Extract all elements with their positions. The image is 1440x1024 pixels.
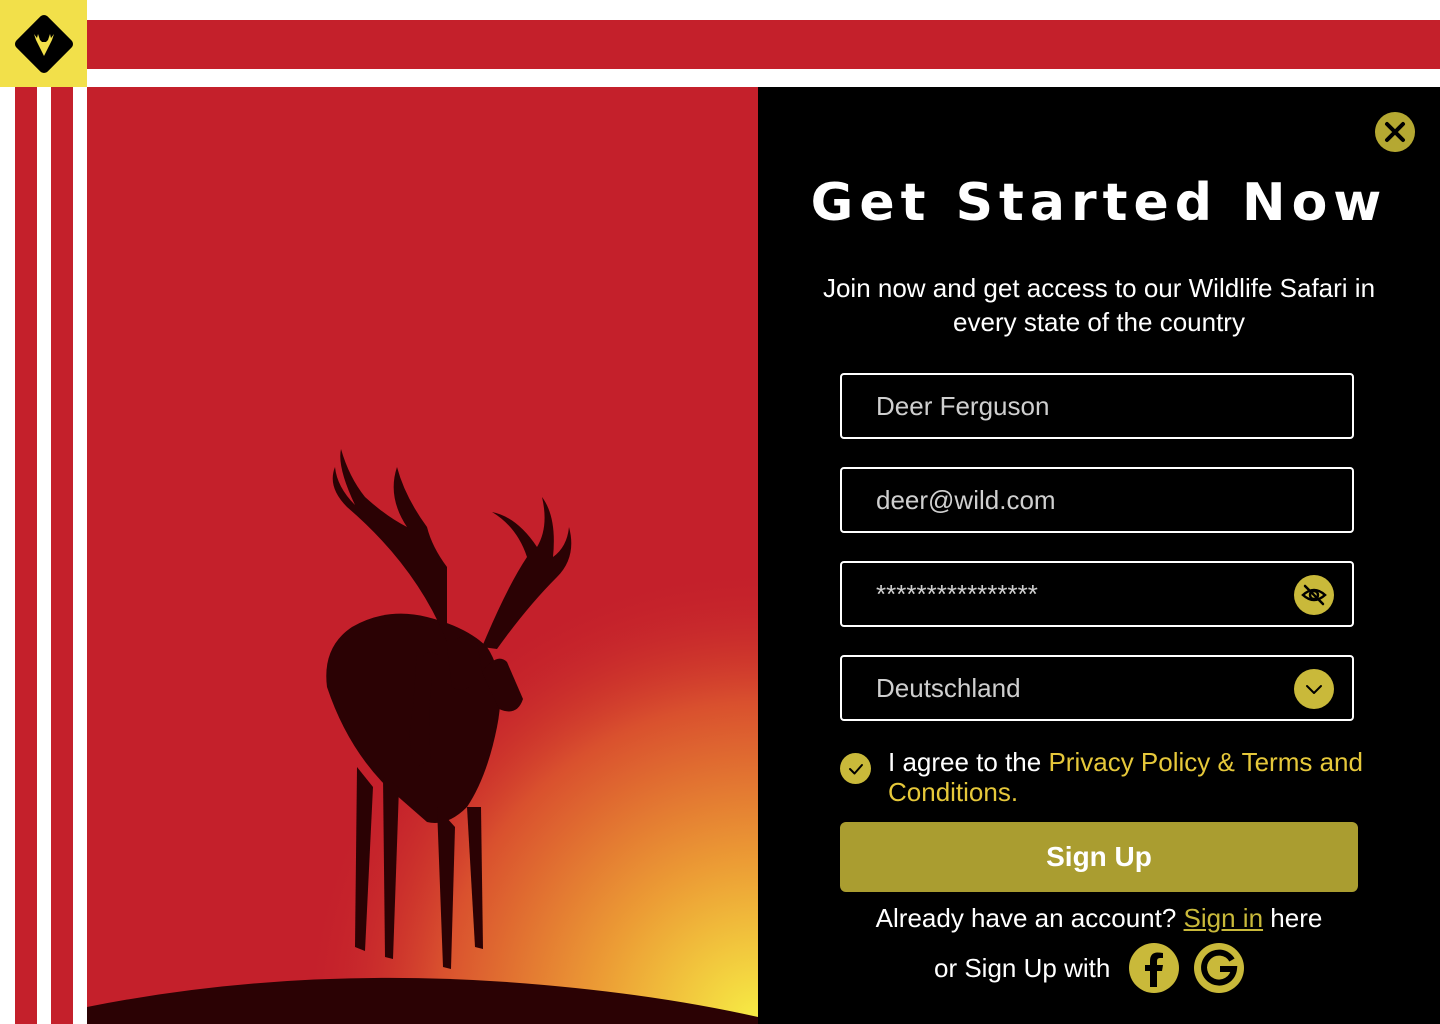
signup-panel: Get Started Now Join now and get access … [758, 87, 1440, 1024]
signin-prefix: Already have an account? [875, 903, 1184, 933]
agree-prefix: I agree to the [888, 747, 1049, 777]
hero-illustration [87, 87, 758, 1024]
facebook-button[interactable] [1129, 943, 1179, 993]
facebook-icon [1145, 952, 1163, 987]
social-label: or Sign Up with [934, 953, 1111, 983]
signin-suffix: here [1263, 903, 1323, 933]
close-icon [1385, 122, 1405, 142]
subtitle: Join now and get access to our Wildlife … [822, 273, 1376, 337]
close-button[interactable] [1375, 112, 1415, 152]
agree-label: I agree to the Privacy Policy & Terms an… [888, 747, 1368, 807]
deer-head-icon [14, 14, 74, 74]
top-banner-bar [87, 20, 1440, 69]
sign-in-link[interactable]: Sign in [1184, 903, 1264, 933]
name-input[interactable] [876, 375, 1276, 437]
country-value: Deutschland [876, 673, 1021, 703]
password-input[interactable] [876, 563, 1276, 625]
country-dropdown-button[interactable] [1294, 669, 1334, 709]
name-field[interactable] [840, 373, 1354, 439]
email-input[interactable] [876, 469, 1276, 531]
sign-up-button[interactable]: Sign Up [840, 822, 1358, 892]
left-stripe [51, 87, 73, 1024]
agree-checkbox[interactable] [840, 753, 871, 784]
toggle-password-button[interactable] [1294, 575, 1334, 615]
google-button[interactable] [1194, 943, 1244, 993]
eye-off-icon [1301, 584, 1327, 606]
email-field[interactable] [840, 467, 1354, 533]
logo[interactable] [0, 0, 87, 87]
password-field[interactable] [840, 561, 1354, 627]
country-select[interactable]: Deutschland [840, 655, 1354, 721]
check-icon [848, 763, 863, 774]
chevron-down-icon [1306, 685, 1322, 694]
signin-row: Already have an account? Sign in here [758, 903, 1440, 934]
left-stripe [15, 87, 37, 1024]
page-title: Get Started Now [810, 173, 1388, 233]
google-icon [1201, 949, 1238, 986]
